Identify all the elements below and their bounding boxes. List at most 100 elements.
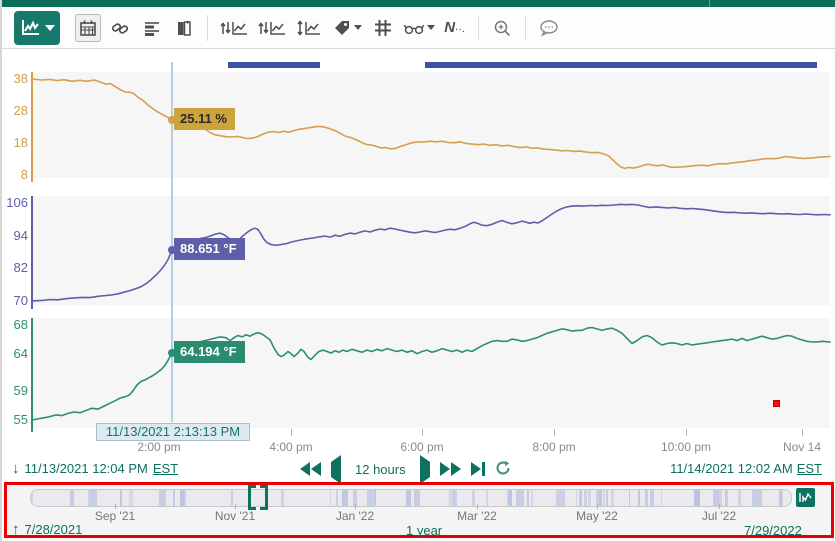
data-density-stripe <box>472 490 474 506</box>
comment-icon <box>538 18 560 38</box>
data-density-stripe <box>129 490 133 506</box>
data-density-stripe <box>588 490 591 506</box>
range-start-date[interactable]: ↑ 7/28/2021 <box>12 522 82 537</box>
data-density-stripe <box>516 490 524 506</box>
y-axis-tick-label: 38 <box>2 71 28 87</box>
data-density-stripe <box>231 490 233 506</box>
data-density-stripe <box>449 490 453 506</box>
month-label: Mar '22 <box>457 509 497 523</box>
data-density-stripe <box>603 490 605 506</box>
tag-icon <box>332 18 352 38</box>
data-density-stripe <box>638 490 640 506</box>
data-density-stripe <box>606 490 608 506</box>
details-button[interactable] <box>139 14 165 42</box>
step-forward-fast-button[interactable] <box>440 462 461 476</box>
data-density-stripe <box>406 490 412 506</box>
range-start-date-text[interactable]: 7/28/2021 <box>25 522 83 537</box>
x-axis-label: 8:00 pm <box>532 440 575 454</box>
cursor-value-label: 64.194 °F <box>174 341 245 363</box>
end-time-text[interactable]: 11/14/2021 12:02 AM <box>670 461 793 476</box>
y-axis-tick-label: 59 <box>2 383 28 399</box>
start-timezone-link[interactable]: EST <box>153 461 178 476</box>
data-density-stripe <box>645 490 647 506</box>
up-arrow-icon: ↑ <box>12 522 20 537</box>
range-span-label[interactable]: 1 year <box>406 523 442 538</box>
data-density-stripe <box>694 490 696 506</box>
plot-area-percent[interactable] <box>32 72 830 178</box>
month-label: Sep '21 <box>95 509 135 523</box>
gridlines-button[interactable] <box>370 14 396 42</box>
data-density-stripe <box>629 490 631 506</box>
n-subscript-icon: N··. <box>444 20 465 35</box>
month-label: Nov '21 <box>215 509 255 523</box>
step-back-button[interactable] <box>331 462 341 477</box>
x-axis-label: 6:00 pm <box>400 440 443 454</box>
step-back-fast-button[interactable] <box>300 462 321 476</box>
x-axis-label: Nov 14 <box>783 440 821 454</box>
book-button[interactable] <box>171 14 197 42</box>
end-time-control[interactable]: 11/14/2021 12:02 AM EST <box>670 461 822 476</box>
y-axis-tick-label: 82 <box>2 260 28 276</box>
scale-vertical-chart-icon <box>296 18 322 38</box>
values-mode-button[interactable]: N··. <box>442 14 468 42</box>
book-icon <box>174 18 194 38</box>
scale-all-trends-button[interactable] <box>218 14 250 42</box>
data-density-stripe <box>31 490 33 506</box>
autoscale-button[interactable] <box>294 14 324 42</box>
scale-updown-chart-icon <box>257 18 287 38</box>
data-density-stripe <box>698 490 700 506</box>
display-type-button[interactable] <box>14 11 60 45</box>
tag-button[interactable] <box>330 14 364 42</box>
x-axis-label: 4:00 pm <box>269 440 312 454</box>
y-axis-tick-label: 55 <box>2 412 28 428</box>
chevron-down-icon <box>354 25 362 30</box>
data-density-stripe <box>70 490 73 506</box>
data-density-stripe <box>779 490 782 506</box>
y-axis-tick-label: 28 <box>2 103 28 119</box>
list-icon <box>142 18 162 38</box>
end-timezone-link[interactable]: EST <box>797 461 822 476</box>
plot-area-temp-2[interactable] <box>32 318 830 428</box>
scale-selected-trend-button[interactable] <box>256 14 288 42</box>
calendar-button[interactable] <box>75 14 101 42</box>
data-density-stripe <box>611 490 614 506</box>
handle-left-bracket[interactable] <box>248 485 256 510</box>
data-density-stripe <box>752 490 762 506</box>
step-forward-button[interactable] <box>420 462 430 477</box>
range-slider-handle[interactable] <box>248 485 272 510</box>
comment-button[interactable] <box>536 14 562 42</box>
y-axis-tick-label: 8 <box>2 167 28 183</box>
data-density-stripe <box>738 490 741 506</box>
playback-controls: 12 hours <box>300 459 511 479</box>
x-axis-tick <box>554 429 555 436</box>
month-label: Jan '22 <box>336 509 374 523</box>
glasses-icon <box>403 18 425 38</box>
range-end-date[interactable]: 7/29/2022 <box>744 523 802 538</box>
time-span-label[interactable]: 12 hours <box>351 462 410 477</box>
refresh-icon <box>495 460 511 476</box>
x-axis-tick <box>291 429 292 436</box>
data-density-stripe <box>173 490 176 506</box>
zoom-in-icon <box>492 18 512 38</box>
refresh-button[interactable] <box>495 460 511 479</box>
start-time-control[interactable]: ↓ 11/13/2021 12:04 PM EST <box>12 461 178 476</box>
scale-updown-chart-icon <box>219 18 249 38</box>
data-density-stripe <box>713 490 717 506</box>
mini-trend-icon <box>799 492 812 503</box>
y-axis-tick-label: 64 <box>2 346 28 362</box>
start-time-text[interactable]: 11/13/2021 12:04 PM <box>25 461 148 476</box>
view-options-button[interactable] <box>402 14 436 42</box>
plot-area-temp-1[interactable] <box>32 196 830 305</box>
go-to-now-button[interactable] <box>471 462 485 476</box>
link-button[interactable] <box>107 14 133 42</box>
mini-trend-button[interactable] <box>796 488 815 507</box>
data-density-stripe <box>91 490 97 506</box>
data-density-stripe <box>414 490 420 506</box>
range-slider-track[interactable] <box>30 489 792 507</box>
data-density-stripe <box>486 490 488 506</box>
data-density-stripe <box>507 490 511 506</box>
data-density-stripe <box>661 490 663 506</box>
handle-right-bracket[interactable] <box>260 485 268 510</box>
zoom-button[interactable] <box>489 14 515 42</box>
data-density-stripe <box>531 490 534 506</box>
